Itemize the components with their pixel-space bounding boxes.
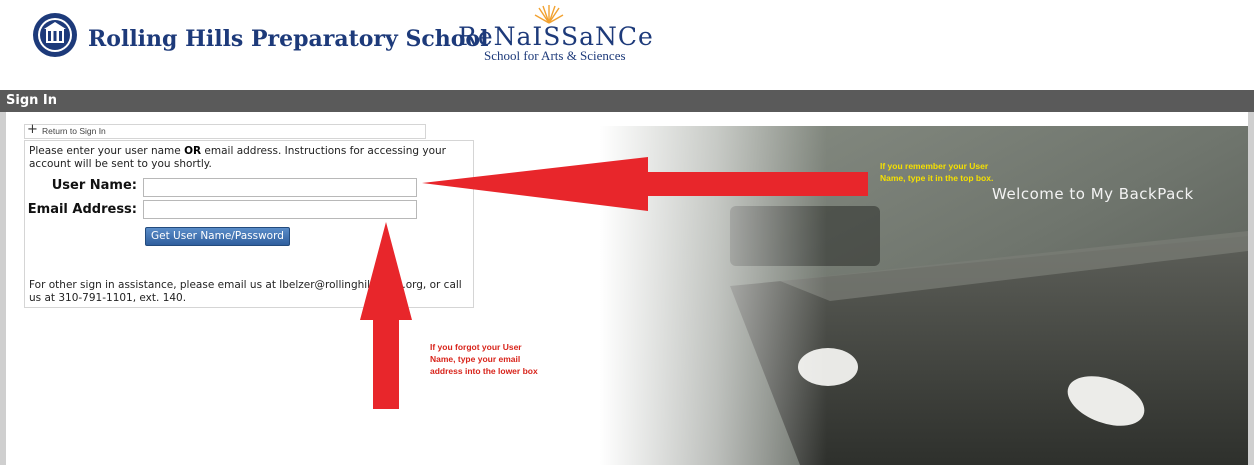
plus-icon: + [27, 122, 38, 137]
email-address-label: Email Address: [27, 202, 137, 217]
forgot-credentials-form: Please enter your user name OR email add… [24, 140, 474, 308]
instructions-text-start: Please enter your user name [29, 145, 185, 157]
sign-in-title-bar: Sign In [0, 90, 1254, 112]
frame-right-border [1248, 112, 1254, 465]
partner-subtitle: School for Arts & Sciences [484, 48, 626, 63]
assistance-text: For other sign in assistance, please ema… [29, 279, 462, 304]
frame-left-border [0, 112, 6, 465]
email-hint-annotation: If you forgot your User Name, type your … [430, 342, 538, 376]
school-name: Rolling Hills Preparatory School [88, 26, 489, 52]
renaissance-logo: ReNaISSaNCe School for Arts & Sciences [458, 4, 668, 66]
return-link-label: Return to Sign In [42, 126, 106, 136]
form-instructions: Please enter your user name OR email add… [29, 145, 469, 171]
return-to-sign-in-link[interactable]: + Return to Sign In [24, 122, 426, 139]
email-address-input[interactable] [143, 200, 417, 219]
site-header: Rolling Hills Preparatory School ReNaISS… [0, 0, 1254, 88]
instructions-emphasis: OR [184, 145, 202, 157]
user-name-input[interactable] [143, 178, 417, 197]
school-crest-icon [33, 13, 77, 57]
user-name-label: User Name: [51, 178, 137, 193]
partner-name: ReNaISSaNCe [458, 22, 654, 51]
get-user-name-password-button[interactable]: Get User Name/Password [145, 227, 290, 246]
sun-icon [534, 5, 564, 24]
page-title: Sign In [6, 93, 57, 108]
welcome-text: Welcome to My BackPack [992, 185, 1194, 203]
username-hint-annotation: If you remember your User Name, type it … [880, 161, 994, 183]
